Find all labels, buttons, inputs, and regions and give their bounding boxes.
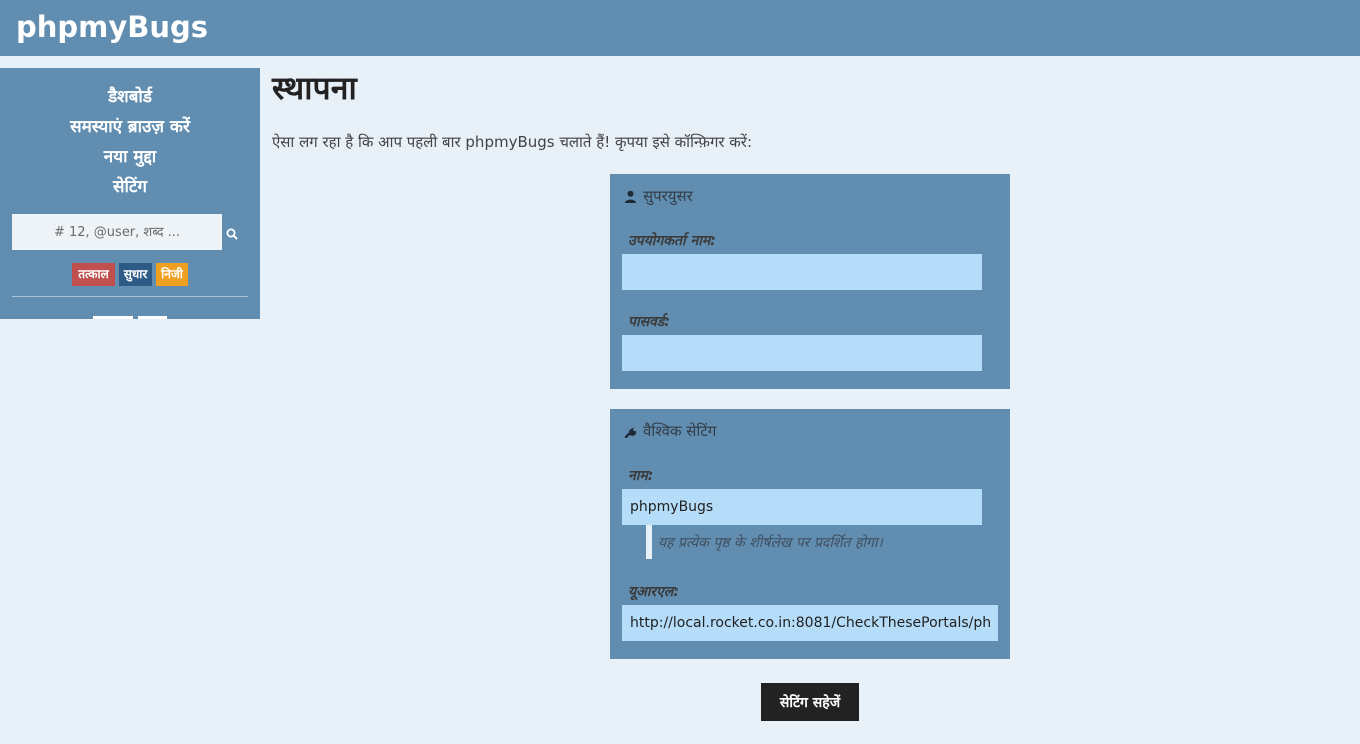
superuser-panel: सुपरयुसर उपयोगकर्ता नाम: पासवर्ड: bbox=[610, 174, 1010, 389]
sidebar-cutoff-element bbox=[138, 316, 167, 319]
brand-logo[interactable]: phpmyBugs bbox=[16, 10, 208, 44]
intro-text: ऐसा लग रहा है कि आप पहली बार phpmyBugs च… bbox=[272, 133, 752, 151]
nav-browse-issues[interactable]: समस्याएं ब्राउज़ करें bbox=[0, 114, 260, 137]
nav-settings[interactable]: सेटिंग bbox=[0, 174, 260, 197]
top-bar: phpmyBugs bbox=[0, 0, 1360, 56]
search-icon[interactable] bbox=[226, 228, 238, 240]
tag-urgent[interactable]: तत्काल bbox=[72, 263, 115, 286]
hint-bar bbox=[646, 525, 652, 559]
nav-new-issue[interactable]: नया मुद्दा bbox=[0, 144, 260, 167]
tag-private[interactable]: निजी bbox=[156, 263, 188, 286]
superuser-heading: सुपरयुसर bbox=[624, 186, 693, 206]
name-input[interactable] bbox=[622, 489, 982, 525]
username-label: उपयोगकर्ता नाम: bbox=[628, 233, 716, 249]
tag-improvement[interactable]: सुधार bbox=[119, 263, 152, 286]
global-settings-heading-text: वैश्विक सेटिंग bbox=[643, 422, 717, 440]
wrench-icon bbox=[624, 427, 637, 439]
search-input[interactable] bbox=[12, 214, 222, 250]
nav-dashboard[interactable]: डैशबोर्ड bbox=[0, 84, 260, 107]
sidebar: डैशबोर्ड समस्याएं ब्राउज़ करें नया मुद्द… bbox=[0, 68, 260, 319]
url-label: यूआरएल: bbox=[628, 584, 679, 600]
user-icon bbox=[625, 190, 636, 203]
save-settings-button[interactable]: सेटिंग सहेजें bbox=[761, 683, 859, 721]
superuser-heading-text: सुपरयुसर bbox=[643, 187, 693, 205]
page-title: स्थापना bbox=[272, 69, 357, 107]
sidebar-cutoff-element bbox=[93, 316, 133, 319]
sidebar-divider bbox=[12, 296, 248, 297]
global-settings-panel: वैश्विक सेटिंग नाम: यह प्रत्येक पृष्ठ के… bbox=[610, 409, 1010, 659]
name-label: नाम: bbox=[628, 468, 654, 484]
name-hint: यह प्रत्येक पृष्ठ के शीर्षलेख पर प्रदर्श… bbox=[658, 535, 883, 551]
global-settings-heading: वैश्विक सेटिंग bbox=[624, 421, 716, 441]
username-input[interactable] bbox=[622, 254, 982, 290]
url-input[interactable] bbox=[622, 605, 998, 641]
password-label: पासवर्ड: bbox=[628, 314, 670, 330]
password-input[interactable] bbox=[622, 335, 982, 371]
